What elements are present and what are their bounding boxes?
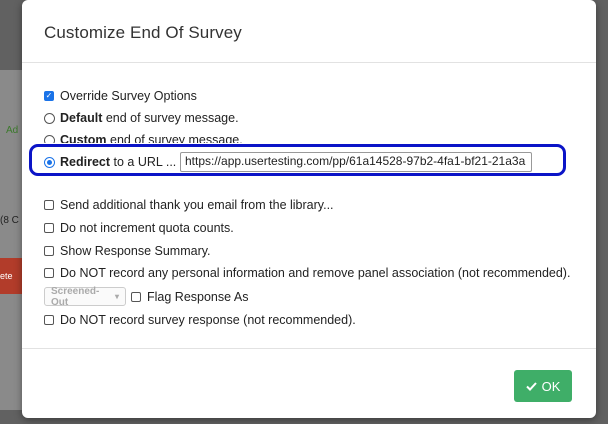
- flag-response-option[interactable]: Screened-Out ▾ Flag Response As: [44, 285, 249, 308]
- default-label: end of survey message.: [102, 111, 239, 125]
- thank-you-email-option[interactable]: Send additional thank you email from the…: [44, 198, 334, 212]
- redirect-label: to a URL ...: [110, 155, 177, 169]
- custom-message-option[interactable]: Custom end of survey message.: [44, 133, 243, 143]
- override-checkbox[interactable]: ✓: [44, 91, 54, 101]
- default-message-option[interactable]: Default end of survey message.: [44, 111, 239, 125]
- background-delete-button: ete: [0, 258, 24, 294]
- checkmark-icon: [525, 381, 537, 391]
- quota-option[interactable]: Do not increment quota counts.: [44, 221, 234, 235]
- override-survey-options-option[interactable]: ✓ Override Survey Options: [44, 89, 197, 103]
- thank-you-label: Send additional thank you email from the…: [60, 198, 334, 212]
- dialog-title: Customize End Of Survey: [44, 23, 242, 42]
- override-label: Override Survey Options: [60, 89, 197, 103]
- flag-checkbox[interactable]: [131, 291, 141, 302]
- flag-label: Flag Response As: [147, 289, 249, 304]
- custom-bold-label: Custom: [60, 133, 107, 143]
- redirect-url-input[interactable]: https://app.usertesting.com/pp/61a14528-…: [180, 152, 532, 172]
- summary-checkbox[interactable]: [44, 246, 54, 256]
- ok-label: OK: [541, 378, 561, 394]
- personal-info-checkbox[interactable]: [44, 268, 54, 278]
- flag-dropdown-value: Screened-Out: [51, 285, 100, 308]
- dialog-header: Customize End Of Survey: [22, 0, 596, 63]
- default-radio[interactable]: [44, 112, 55, 124]
- summary-label: Show Response Summary.: [60, 244, 211, 258]
- ok-button[interactable]: OK: [514, 370, 572, 402]
- background-text: (8 C: [0, 215, 19, 226]
- personal-info-label: Do NOT record any personal information a…: [60, 266, 571, 280]
- response-summary-option[interactable]: Show Response Summary.: [44, 244, 211, 258]
- customize-end-of-survey-dialog: Customize End Of Survey ✓ Override Surve…: [22, 0, 596, 418]
- no-record-label: Do NOT record survey response (not recom…: [60, 313, 356, 327]
- quota-label: Do not increment quota counts.: [60, 221, 234, 235]
- background-text: Ad: [6, 125, 19, 136]
- default-bold-label: Default: [60, 111, 103, 125]
- redirect-radio[interactable]: [44, 156, 55, 168]
- custom-label: end of survey message.: [106, 133, 243, 143]
- personal-info-option[interactable]: Do NOT record any personal information a…: [44, 266, 570, 280]
- redirect-bold-label: Redirect: [60, 155, 111, 169]
- thank-you-checkbox[interactable]: [44, 200, 54, 210]
- redirect-url-option[interactable]: Redirect to a URL ...: [44, 155, 176, 169]
- no-record-option[interactable]: Do NOT record survey response (not recom…: [44, 313, 356, 327]
- dialog-footer: OK: [22, 348, 596, 419]
- quota-checkbox[interactable]: [44, 223, 54, 233]
- caret-down-icon: ▾: [114, 292, 119, 301]
- custom-radio[interactable]: [44, 135, 55, 143]
- flag-dropdown[interactable]: Screened-Out ▾: [44, 285, 126, 308]
- no-record-checkbox[interactable]: [44, 315, 54, 325]
